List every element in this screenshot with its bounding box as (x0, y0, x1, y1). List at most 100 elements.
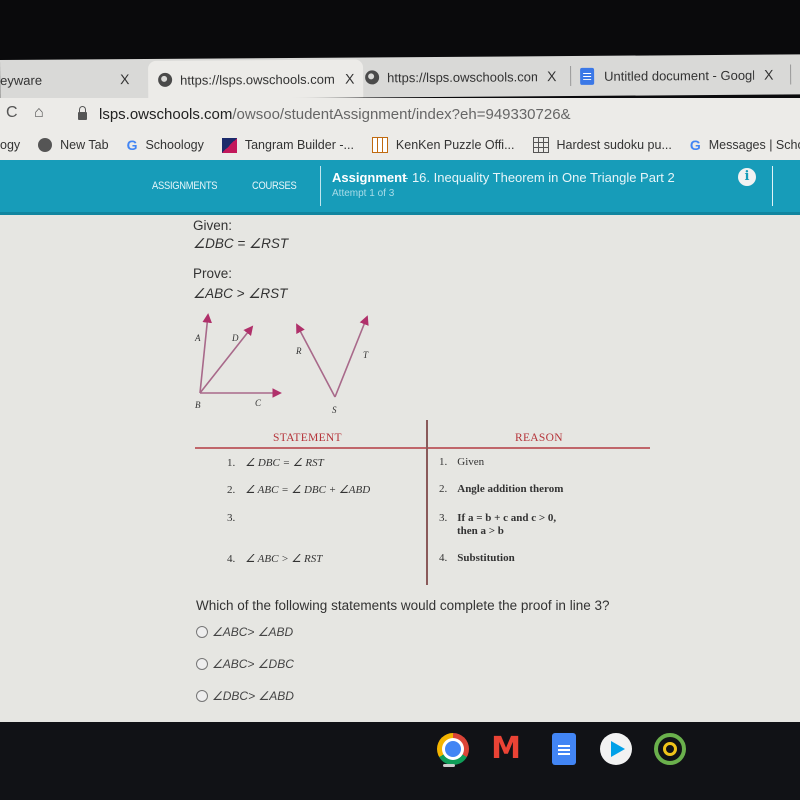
reason-header: REASON (515, 432, 563, 444)
assignment-title: - 16. Inequality Theorem in One Triangle… (404, 170, 675, 185)
classlink-icon[interactable] (654, 733, 686, 765)
ray-sr (296, 323, 336, 398)
tab-separator (570, 66, 572, 87)
label-d: D (231, 333, 239, 343)
answer-option-1[interactable]: ∠ABC> ∠ABD (196, 625, 293, 639)
reload-icon[interactable]: C (6, 104, 18, 122)
question-text: Which of the following statements would … (196, 598, 610, 613)
bookmark-schoology[interactable]: G Schoology (127, 137, 204, 153)
tab-owschools-active[interactable]: https://lsps.owschools.com X (148, 59, 364, 99)
label-t: T (363, 350, 369, 360)
google-docs-icon (580, 67, 595, 85)
address-bar[interactable]: lsps.owschools.com /owsoo/studentAssignm… (60, 101, 800, 127)
home-icon[interactable]: ⌂ (34, 104, 44, 122)
tab-title: https://lsps.owschools.com (387, 68, 538, 85)
statement-row-4: 4. ∠ ABC > ∠ RST (227, 553, 323, 565)
tab-separator (790, 64, 792, 85)
label-s: S (332, 405, 337, 415)
url-host: lsps.owschools.com (99, 105, 233, 123)
bookmark-label: Tangram Builder -... (244, 138, 354, 152)
attempt-counter: Attempt 1 of 3 (332, 188, 395, 199)
header-rule (195, 447, 650, 449)
ray-ba (199, 313, 212, 394)
bookmark-label: ogy (0, 138, 21, 152)
header-divider (772, 166, 773, 206)
google-icon: G (689, 137, 701, 153)
tab-edgenuity[interactable]: eyware X (0, 63, 150, 96)
close-icon[interactable]: X (764, 67, 773, 83)
info-icon[interactable]: i (738, 168, 756, 186)
reason-row-1: 1. Given (439, 456, 485, 468)
bookmark-kenken[interactable]: KenKen Puzzle Offi... (371, 137, 515, 153)
nav-assignments[interactable]: ASSIGNMENTS (152, 180, 218, 192)
site-header: ASSIGNMENTS COURSES Assignment - 16. Ine… (0, 160, 800, 215)
prove-label: Prove: (193, 266, 233, 281)
bookmark-sudoku[interactable]: Hardest sudoku pu... (532, 137, 672, 153)
bookmark-ogy[interactable]: ogy (0, 138, 20, 152)
reason-row-4: 4. Substitution (439, 552, 515, 564)
globe-icon (38, 138, 53, 152)
google-icon: G (126, 137, 138, 153)
globe-icon (365, 70, 380, 85)
answer-option-2[interactable]: ∠ABC> ∠DBC (196, 657, 294, 671)
chrome-icon[interactable] (437, 733, 469, 765)
browser-toolbar: C ⌂ lsps.owschools.com /owsoo/studentAss… (0, 98, 800, 130)
close-icon[interactable]: X (120, 71, 129, 87)
play-store-icon[interactable] (600, 733, 632, 765)
running-indicator (443, 764, 455, 767)
tangram-icon (221, 137, 237, 153)
bookmark-label: Messages | School... (708, 138, 800, 152)
reason-row-3: 3. If a = b + c and c > 0, (439, 512, 557, 524)
statement-row-2: 2. ∠ ABC = ∠ DBC + ∠ABD (227, 484, 371, 496)
statement-row-1: 1. ∠ DBC = ∠ RST (227, 457, 324, 469)
tab-title: Untitled document - Google (604, 67, 755, 84)
answer-option-3[interactable]: ∠DBC> ∠ABD (196, 689, 294, 703)
prove-statement: ∠ABC > ∠RST (193, 286, 288, 301)
close-icon[interactable]: X (345, 71, 354, 87)
radio-button[interactable] (196, 626, 208, 638)
header-divider (320, 166, 321, 206)
gmail-icon[interactable]: M (490, 733, 522, 765)
bookmark-label: Hardest sudoku pu... (556, 138, 672, 152)
tab-google-doc[interactable]: Untitled document - Google X (580, 59, 785, 92)
option-label: ∠DBC> ∠ABD (212, 689, 294, 703)
globe-icon (158, 72, 173, 87)
tab-strip: eyware X https://lsps.owschools.com X ht… (0, 54, 800, 100)
url-path: /owsoo/studentAssignment/index?eh=949330… (232, 105, 571, 123)
sudoku-icon (532, 137, 549, 153)
bookmark-new-tab[interactable]: New Tab (38, 138, 109, 152)
given-label: Given: (193, 218, 233, 233)
label-r: R (295, 346, 302, 356)
close-icon[interactable]: X (547, 68, 556, 84)
kenken-icon (371, 137, 388, 153)
radio-button[interactable] (196, 658, 208, 670)
reason-row-3-line-2: then a > b (457, 525, 504, 537)
option-label: ∠ABC> ∠ABD (212, 625, 294, 639)
label-b: B (195, 400, 201, 410)
label-c: C (255, 398, 262, 408)
label-a: A (194, 333, 201, 343)
google-docs-icon[interactable] (552, 733, 576, 765)
bookmark-label: Schoology (145, 138, 204, 152)
angle-figure: A D B C R T S (194, 313, 369, 415)
column-divider (426, 420, 428, 585)
option-label: ∠ABC> ∠DBC (212, 657, 294, 671)
given-statement: ∠DBC = ∠RST (193, 236, 289, 251)
bookmark-messages[interactable]: G Messages | School... (690, 137, 800, 153)
ray-bd (199, 325, 254, 394)
bookmark-tangram[interactable]: Tangram Builder -... (221, 137, 354, 153)
tab-title: eyware (0, 72, 43, 88)
tab-owschools[interactable]: https://lsps.owschools.com X (365, 60, 565, 93)
nav-courses[interactable]: COURSES (252, 180, 297, 192)
bookmark-label: KenKen Puzzle Offi... (395, 138, 515, 152)
statement-row-3: 3. (227, 512, 236, 524)
bookmarks-bar: ogy New Tab G Schoology Tangram Builder … (0, 130, 800, 160)
assignment-label: Assignment (332, 170, 407, 185)
radio-button[interactable] (196, 690, 208, 702)
reason-row-2: 2. Angle addition therom (439, 483, 564, 495)
lock-icon (78, 106, 87, 120)
tab-title: https://lsps.owschools.com (180, 71, 335, 88)
statement-header: STATEMENT (273, 432, 342, 444)
proof-table: STATEMENT REASON 1. ∠ DBC = ∠ RST 1. Given… (195, 420, 650, 585)
bookmark-label: New Tab (60, 138, 109, 152)
